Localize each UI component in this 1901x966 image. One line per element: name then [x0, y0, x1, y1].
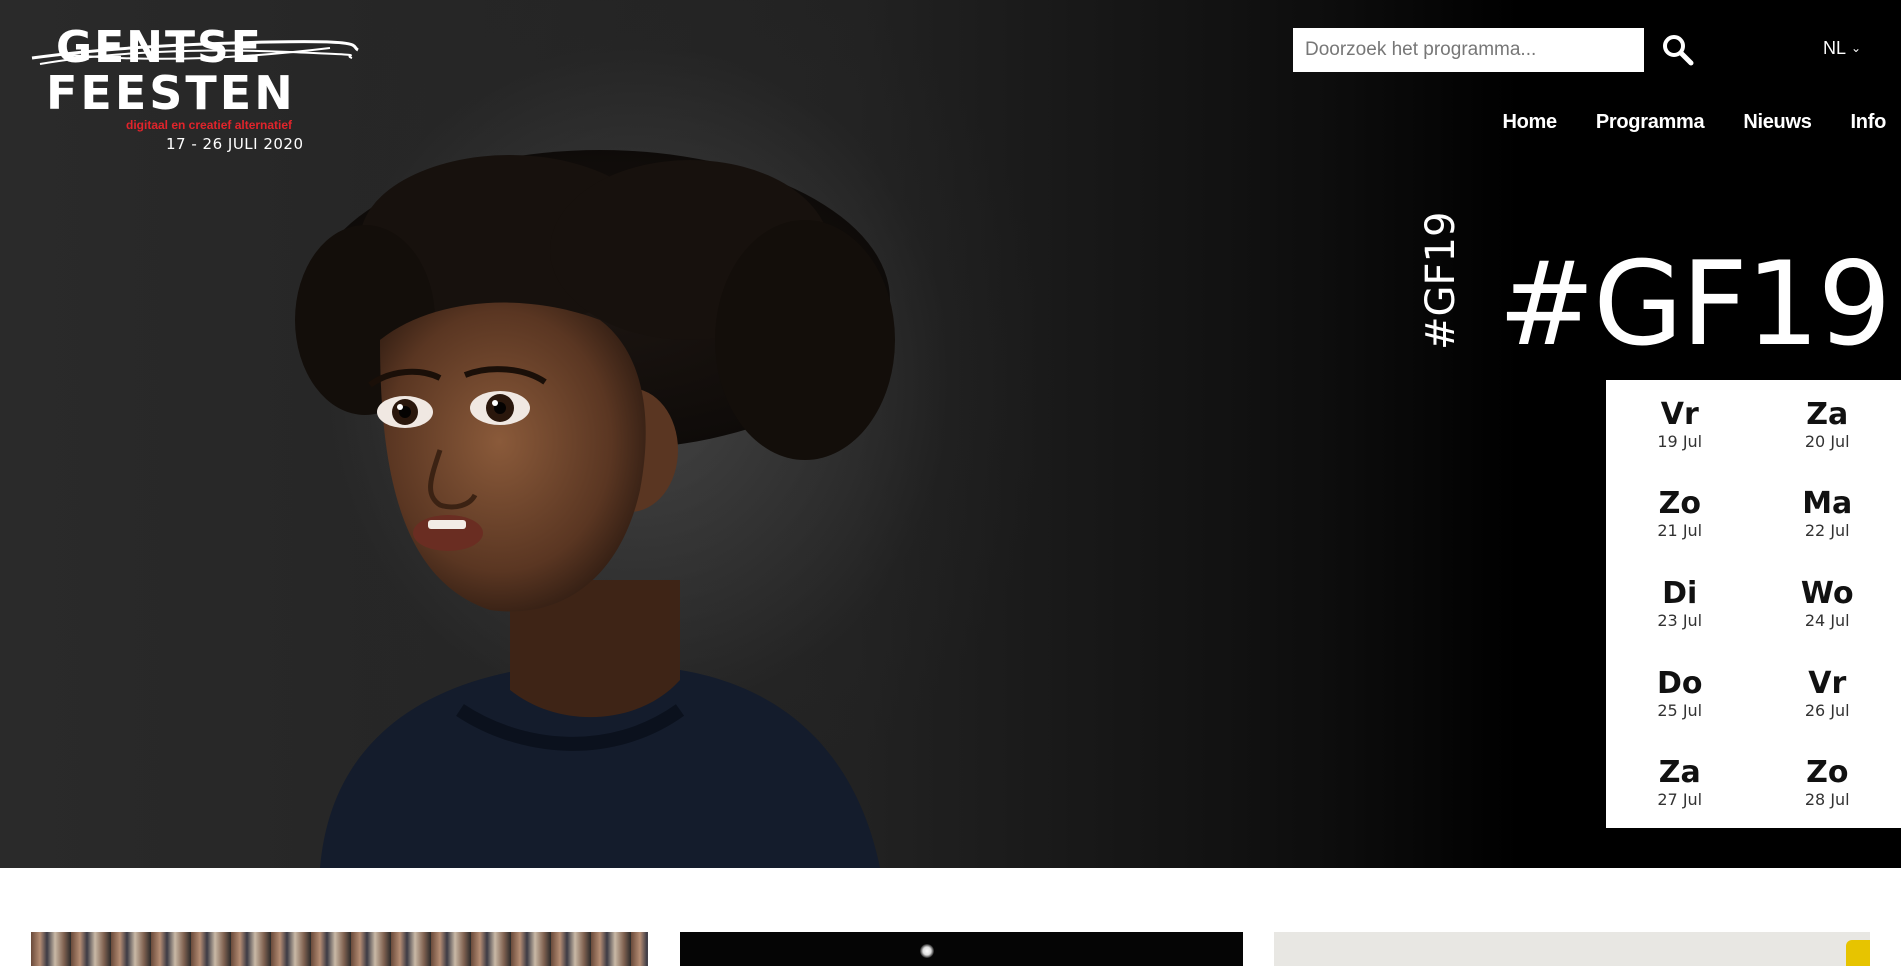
- calendar-day[interactable]: Za 27 Jul: [1606, 738, 1754, 828]
- day-date: 27 Jul: [1657, 790, 1703, 810]
- hashtag-big: #GF19: [1498, 237, 1891, 372]
- calendar-day[interactable]: Do 25 Jul: [1606, 649, 1754, 739]
- day-calendar: Vr 19 Jul Za 20 Jul Zo 21 Jul Ma 22 Jul Di 23…: [1606, 380, 1901, 828]
- day-name: Di: [1662, 575, 1698, 611]
- search-button[interactable]: [1660, 32, 1696, 68]
- day-date: 28 Jul: [1804, 790, 1850, 810]
- nav-nieuws[interactable]: Nieuws: [1743, 111, 1812, 134]
- news-card-image-1[interactable]: [31, 932, 648, 966]
- hashtag-vertical-text: #GF19: [1418, 211, 1464, 350]
- hero-child-photo: [295, 150, 895, 868]
- news-card-image-2[interactable]: [680, 932, 1243, 966]
- gentse-feesten-logo[interactable]: GENTSE FEESTEN digitaal en creatief alte…: [30, 22, 360, 157]
- calendar-day[interactable]: Ma 22 Jul: [1754, 470, 1901, 560]
- hero-banner: GENTSE FEESTEN digitaal en creatief alte…: [0, 0, 1901, 868]
- search-icon: [1663, 35, 1694, 66]
- logo-dates: 17 - 26 JULI 2020: [166, 135, 304, 153]
- calendar-day[interactable]: Di 23 Jul: [1606, 559, 1754, 649]
- day-name: Ma: [1802, 486, 1853, 522]
- yellow-shape: [1846, 940, 1870, 966]
- language-selector[interactable]: NL ⌄: [1823, 38, 1861, 59]
- hashtag-vertical: #GF19: [1418, 212, 1464, 352]
- day-name: Zo: [1658, 486, 1701, 522]
- nav-home[interactable]: Home: [1502, 111, 1557, 134]
- language-current: NL: [1823, 38, 1847, 58]
- day-name: Za: [1806, 396, 1849, 432]
- calendar-day[interactable]: Zo 21 Jul: [1606, 470, 1754, 560]
- main-nav: Home Programma Nieuws Info: [1463, 111, 1886, 134]
- chevron-down-icon: ⌄: [1851, 41, 1862, 55]
- calendar-day[interactable]: Vr 26 Jul: [1754, 649, 1901, 739]
- calendar-day[interactable]: Vr 19 Jul: [1606, 380, 1754, 470]
- day-name: Wo: [1800, 575, 1854, 611]
- day-name: Vr: [1808, 665, 1847, 701]
- calendar-day[interactable]: Wo 24 Jul: [1754, 559, 1901, 649]
- day-date: 20 Jul: [1804, 431, 1850, 451]
- stage-light: [920, 944, 934, 958]
- nav-programma[interactable]: Programma: [1596, 111, 1705, 134]
- day-date: 24 Jul: [1804, 610, 1850, 630]
- day-name: Zo: [1806, 755, 1849, 791]
- day-name: Do: [1656, 665, 1703, 701]
- calendar-day[interactable]: Zo 28 Jul: [1754, 738, 1901, 828]
- day-date: 19 Jul: [1657, 431, 1703, 451]
- day-date: 21 Jul: [1657, 521, 1703, 541]
- day-name: Vr: [1660, 396, 1699, 432]
- logo-tagline: digitaal en creatief alternatief: [126, 118, 293, 132]
- calendar-day[interactable]: Za 20 Jul: [1754, 380, 1901, 470]
- day-date: 25 Jul: [1657, 700, 1703, 720]
- day-name: Za: [1658, 755, 1701, 791]
- day-date: 22 Jul: [1804, 521, 1850, 541]
- search-input[interactable]: [1293, 28, 1644, 72]
- day-date: 26 Jul: [1804, 700, 1850, 720]
- logo-word-feesten: FEESTEN: [46, 66, 296, 120]
- news-card-image-3[interactable]: [1274, 932, 1870, 966]
- nav-info[interactable]: Info: [1851, 111, 1887, 134]
- day-date: 23 Jul: [1657, 610, 1703, 630]
